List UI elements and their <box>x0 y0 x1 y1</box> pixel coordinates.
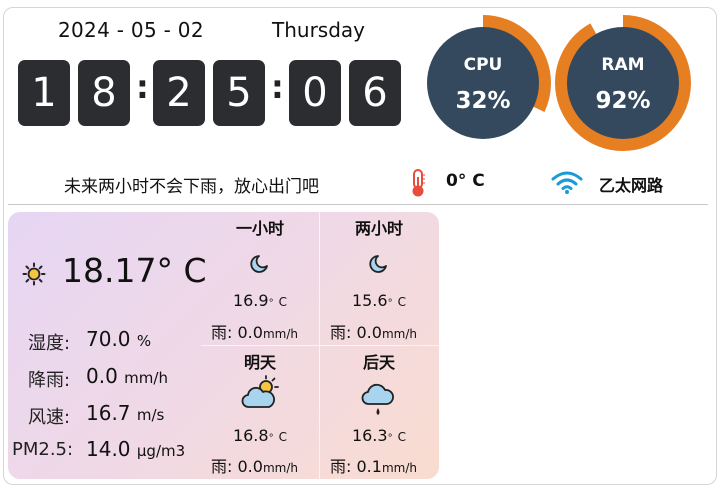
forecast-rain: 雨: 0.0mm/h <box>211 457 298 476</box>
hour-ones-digit: 8 <box>78 60 130 126</box>
cpu-value: 32% <box>455 88 511 114</box>
precipitation-value: 0.0 mm/h <box>86 364 168 388</box>
wind-speed-label: 风速: <box>28 407 71 428</box>
humidity-label: 湿度: <box>28 333 71 354</box>
pm25-label: PM2.5: <box>12 439 74 460</box>
forecast-temperature: 16.3° C <box>351 426 407 445</box>
cpu-gauge-center: CPU 32% <box>427 27 539 139</box>
moon-icon <box>369 255 387 273</box>
minute-ones-digit: 5 <box>213 60 265 126</box>
forecast-rain: 雨: 0.0mm/h <box>211 323 298 342</box>
moon-icon <box>250 255 268 273</box>
clock-separator: : <box>271 68 284 106</box>
cpu-gauge: CPU 32% <box>414 14 552 152</box>
forecast-rain: 雨: 0.0mm/h <box>330 323 417 342</box>
forecast-title: 两小时 <box>354 219 403 238</box>
second-tens-digit: 0 <box>289 60 341 126</box>
forecast-grid-divider <box>201 345 439 346</box>
pm25-value: 14.0 μg/m3 <box>86 437 186 461</box>
sun-icon <box>22 262 46 286</box>
weekday-label: Thursday <box>272 18 365 42</box>
thermometer-icon <box>412 169 425 197</box>
ram-gauge-center: RAM 92% <box>567 27 679 139</box>
minute-tens-digit: 2 <box>153 60 205 126</box>
clock-separator: : <box>136 68 149 106</box>
forecast-title: 明天 <box>243 353 276 372</box>
network-status: 乙太网路 <box>599 176 664 195</box>
forecast-temperature: 16.9° C <box>232 291 288 310</box>
second-ones-digit: 6 <box>349 60 401 126</box>
section-divider <box>8 204 708 205</box>
forecast-temperature: 15.6° C <box>351 291 407 310</box>
outdoor-temperature: 0° C <box>446 171 485 191</box>
wind-speed-value: 16.7 m/s <box>86 401 165 425</box>
forecast-temperature: 16.8° C <box>232 426 288 445</box>
rain-advice-message: 未来两小时不会下雨，放心出门吧 <box>64 177 319 197</box>
humidity-value: 70.0 % <box>86 327 152 351</box>
date-label: 2024 - 05 - 02 <box>58 18 204 42</box>
cloud-sun-icon <box>241 375 279 408</box>
wifi-icon <box>551 171 583 194</box>
forecast-title: 后天 <box>362 353 395 372</box>
ram-value: 92% <box>595 88 651 114</box>
cloud-rain-icon <box>361 383 394 415</box>
ram-gauge: RAM 92% <box>554 14 692 152</box>
forecast-title: 一小时 <box>235 219 284 238</box>
current-temperature: 18.17° C <box>62 251 207 290</box>
cpu-label: CPU <box>463 55 503 75</box>
forecast-rain: 雨: 0.1mm/h <box>330 457 417 476</box>
ram-label: RAM <box>601 55 645 75</box>
precipitation-label: 降雨: <box>28 370 71 391</box>
hour-tens-digit: 1 <box>18 60 70 126</box>
